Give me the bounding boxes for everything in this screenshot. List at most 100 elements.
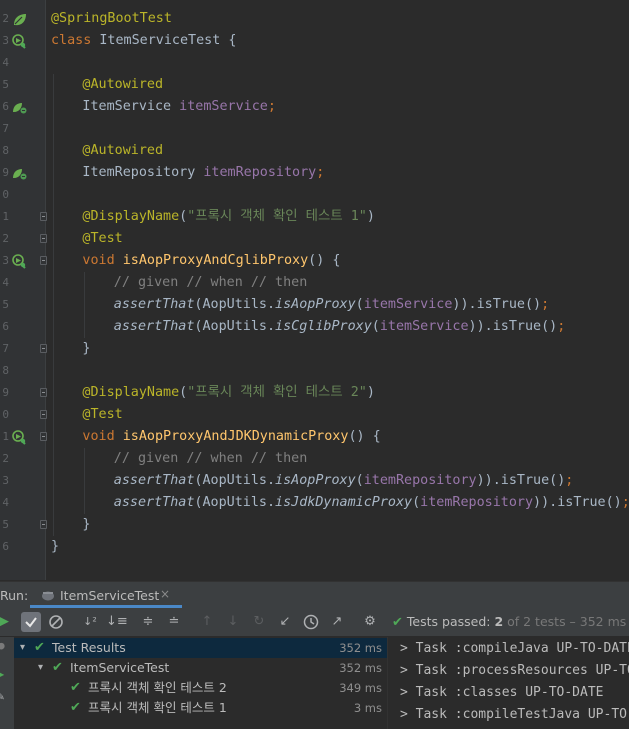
code-token: }: [51, 539, 60, 554]
line-number: 1: [2, 210, 9, 223]
test-tree-row[interactable]: ✔ 프록시 객체 확인 테스트 1 3 ms: [14, 698, 387, 718]
fold-marker[interactable]: [40, 520, 47, 529]
autowired-bean-icon[interactable]: [12, 100, 27, 115]
code-line: 0 @Test: [0, 404, 629, 426]
code-text: // given // when // then: [114, 448, 307, 470]
code-line: 3 assertThat(AopUtils.isAopProxy(itemRepo…: [0, 470, 629, 492]
code-text: @Autowired: [82, 140, 163, 162]
wrench-icon[interactable]: ✎: [0, 689, 4, 703]
test-results-tree[interactable]: ▾ ✔ Test Results 352 ms ▾ ✔ ItemServiceTest 352…: [14, 637, 388, 729]
ignored-icon: [49, 615, 63, 629]
line-number: 6: [2, 100, 9, 113]
line-number: 5: [2, 298, 9, 311]
show-ignored-toggle[interactable]: [46, 612, 66, 632]
code-text: @DisplayName("프록시 객체 확인 테스트 1"): [82, 206, 375, 228]
run-tab-label: ItemServiceTest: [60, 588, 160, 603]
code-token: () {: [348, 429, 381, 444]
code-text: ItemRepository itemRepository;: [82, 162, 324, 184]
fold-marker[interactable]: [40, 432, 47, 441]
code-token: )).isTrue(): [476, 473, 566, 488]
pass-check-icon: ✔: [34, 640, 45, 655]
chevron-down-icon[interactable]: ▾: [38, 658, 43, 678]
console-line: > Task :processResources UP-TO-DATE: [400, 663, 629, 678]
code-text: void isAopProxyAndJDKDynamicProxy() {: [82, 426, 380, 448]
code-line: 4 assertThat(AopUtils.isJdkDynamicProxy(i…: [0, 492, 629, 514]
code-text: }: [51, 536, 59, 558]
autowired-bean-icon[interactable]: [12, 166, 27, 181]
test-tree-row[interactable]: ▾ ✔ Test Results 352 ms: [14, 638, 387, 658]
line-number: 8: [2, 144, 9, 157]
code-line: 8: [0, 360, 629, 382]
code-text: }: [82, 514, 90, 536]
code-token: isAopProxy: [275, 297, 356, 312]
indent-guide: [53, 74, 54, 536]
import-tests-icon[interactable]: ↙: [275, 612, 295, 632]
code-line: 6 assertThat(AopUtils.isCglibProxy(itemSe…: [0, 316, 629, 338]
code-token: itemService: [179, 99, 268, 114]
gear-icon[interactable]: ⚙: [360, 612, 380, 632]
code-line: 2 @Test: [0, 228, 629, 250]
test-tree-row[interactable]: ✔ 프록시 객체 확인 테스트 2 349 ms: [14, 678, 387, 698]
code-token: ;: [621, 495, 629, 510]
fold-marker[interactable]: [40, 388, 47, 397]
code-line: 5}: [0, 514, 629, 536]
code-token: "프록시 객체 확인 테스트 1": [187, 209, 367, 224]
console-output[interactable]: > Task :compileJava UP-TO-DATE > Task :pr…: [388, 637, 629, 729]
next-failed-icon[interactable]: ↓: [223, 612, 243, 632]
rerun-icon[interactable]: ▶: [0, 612, 14, 632]
code-token: ;: [316, 165, 325, 180]
code-text: @Test: [82, 228, 122, 250]
run-tab-item-service-test[interactable]: ItemServiceTest ×: [30, 582, 182, 608]
code-token: (AopUtils.: [194, 495, 276, 510]
rerun-failed-icon[interactable]: ↻: [249, 612, 269, 632]
spring-bean-icon[interactable]: [12, 12, 27, 27]
code-token: assertThat: [113, 473, 195, 488]
fold-marker[interactable]: [40, 256, 47, 265]
collapse-all-icon[interactable]: ≐: [164, 612, 184, 632]
test-tree-row[interactable]: ▾ ✔ ItemServiceTest 352 ms: [14, 658, 387, 678]
pass-check-icon: ✔: [70, 680, 81, 695]
code-text: assertThat(AopUtils.isJdkDynamicProxy(it…: [114, 492, 629, 514]
code-token: ;: [541, 297, 550, 312]
code-token: )).isTrue(): [452, 297, 542, 312]
stop-icon[interactable]: ●: [0, 639, 5, 652]
sort-duration-icon[interactable]: ↓≡: [106, 612, 128, 632]
code-line: 5 assertThat(AopUtils.isAopProxy(itemServ…: [0, 294, 629, 316]
code-token: ;: [557, 319, 566, 334]
code-editor[interactable]: 2 @SpringBootTest 3 class ItemServiceTest {…: [0, 0, 629, 580]
pass-check-icon: ✔: [392, 615, 403, 630]
code-token: () {: [308, 253, 341, 268]
line-number: 0: [2, 188, 9, 201]
code-text: assertThat(AopUtils.isAopProxy(itemServi…: [114, 294, 549, 316]
line-number: 8: [2, 364, 9, 377]
code-token: (: [355, 473, 364, 488]
code-token: (: [179, 209, 188, 224]
test-run-icon: [42, 591, 54, 601]
run-test-icon[interactable]: [12, 254, 27, 269]
code-token: itemRepository: [203, 165, 317, 180]
fold-marker[interactable]: [40, 344, 47, 353]
fold-marker[interactable]: [40, 410, 47, 419]
history-icon[interactable]: [301, 612, 321, 632]
expand-all-icon[interactable]: ≑: [138, 612, 158, 632]
test-name: 프록시 객체 확인 테스트 2: [88, 680, 227, 695]
run-label: Run:: [0, 588, 29, 603]
code-token: ;: [565, 473, 574, 488]
code-line: 6 ItemService itemService;: [0, 96, 629, 118]
code-token: (: [355, 297, 364, 312]
fold-marker[interactable]: [40, 234, 47, 243]
code-token: @SpringBootTest: [51, 11, 172, 26]
code-token: (AopUtils.: [194, 473, 276, 488]
close-icon[interactable]: ×: [160, 587, 170, 601]
export-icon[interactable]: ↗: [327, 612, 347, 632]
sort-alpha-icon[interactable]: ↓²: [80, 612, 100, 632]
indent-guide: [84, 448, 85, 514]
run-test-icon[interactable]: [12, 430, 27, 445]
run-again-icon[interactable]: ▶: [0, 667, 4, 681]
chevron-down-icon[interactable]: ▾: [20, 638, 25, 658]
fold-marker[interactable]: [40, 212, 47, 221]
run-test-icon[interactable]: [12, 34, 27, 49]
show-passed-toggle[interactable]: [21, 612, 41, 632]
previous-failed-icon[interactable]: ↑: [197, 612, 217, 632]
line-number: 7: [2, 342, 9, 355]
